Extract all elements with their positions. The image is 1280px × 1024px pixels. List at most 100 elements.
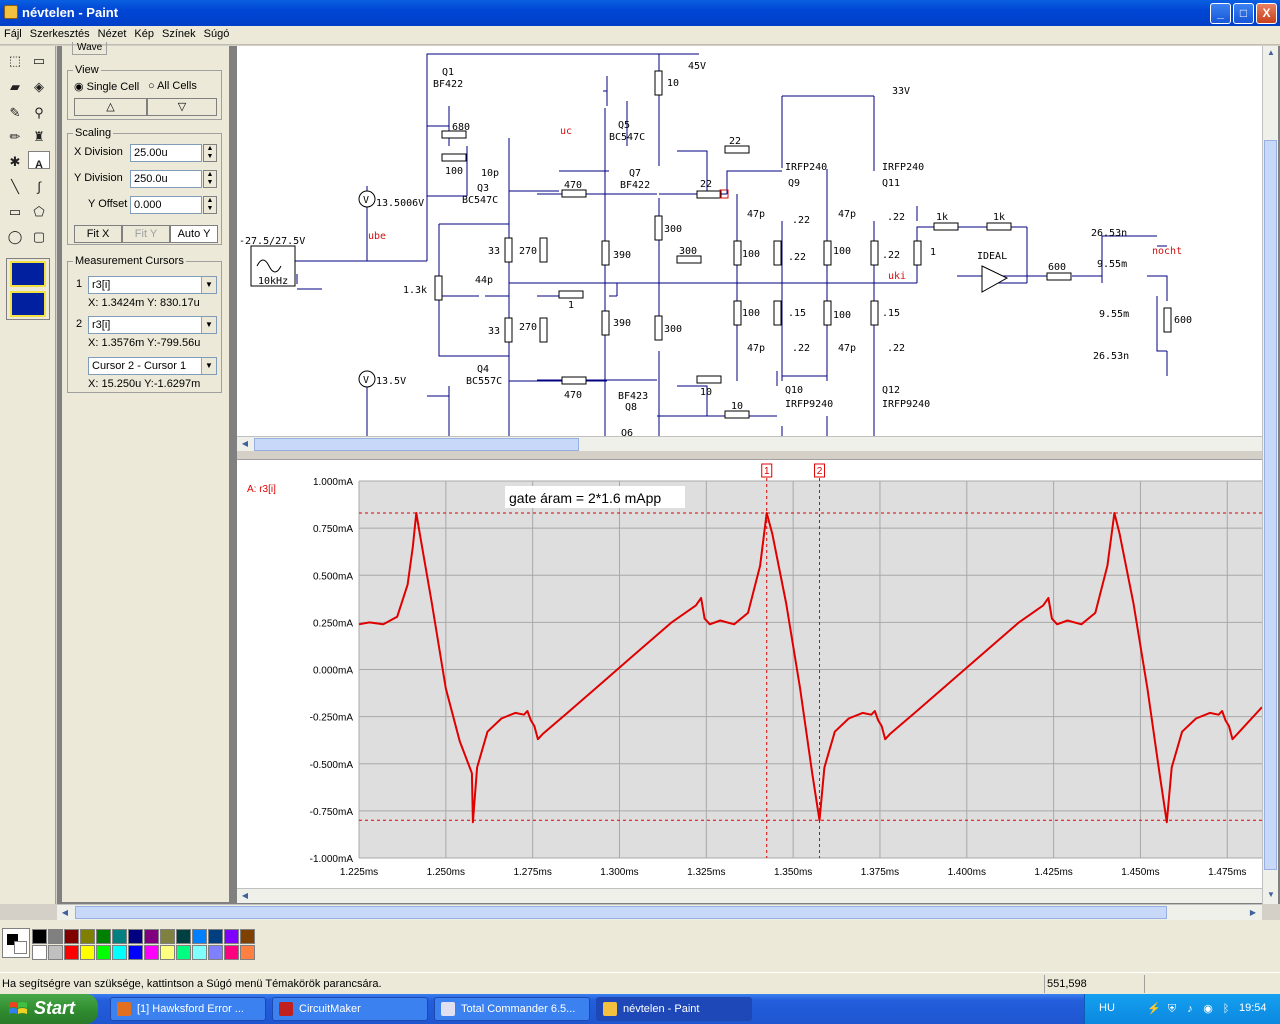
title-bar[interactable]: névtelen - Paint _ □ X <box>0 0 1280 26</box>
pane-divider[interactable] <box>237 451 1262 460</box>
palette-swatch[interactable] <box>208 945 223 960</box>
x-division-input[interactable]: 25.00u <box>130 144 202 162</box>
canvas-vscrollbar[interactable]: ▲ ▼ <box>1262 46 1278 904</box>
schematic-view[interactable]: V V Q1 BF422 45V 33V Q5 BC547C uc Q7 BF4… <box>237 46 1262 436</box>
rectangle-icon[interactable]: ▭ <box>4 201 26 223</box>
scroll-up-icon[interactable]: ▲ <box>1263 46 1279 60</box>
menu-file[interactable]: Fájl <box>0 26 26 40</box>
palette-swatch[interactable] <box>96 929 111 944</box>
palette-swatch[interactable] <box>80 945 95 960</box>
palette-swatch[interactable] <box>192 945 207 960</box>
menu-colors[interactable]: Színek <box>158 26 200 40</box>
plot-hscrollbar[interactable]: ◀ <box>237 888 1262 903</box>
view-down-button[interactable]: ▽ <box>147 98 217 116</box>
palette-swatch[interactable] <box>48 929 63 944</box>
paint-app-icon[interactable] <box>4 5 18 19</box>
palette-swatch[interactable] <box>32 929 47 944</box>
picker-icon[interactable]: ✎ <box>4 102 26 124</box>
cursor1-select[interactable]: r3[i] ▼ <box>88 276 217 294</box>
pencil-icon[interactable]: ✏ <box>4 126 26 148</box>
palette-swatch[interactable] <box>144 945 159 960</box>
palette-swatch[interactable] <box>160 945 175 960</box>
auto-y-button[interactable]: Auto Y <box>170 225 218 243</box>
airbrush-icon[interactable]: ✱ <box>4 151 26 173</box>
magnifier-icon[interactable]: ⚲ <box>28 102 50 124</box>
cursor2-select[interactable]: r3[i] ▼ <box>88 316 217 334</box>
ellipse-icon[interactable]: ◯ <box>4 226 26 248</box>
chevron-down-icon[interactable]: ▼ <box>201 277 216 293</box>
scroll-left-icon[interactable]: ◀ <box>237 889 253 903</box>
scroll-right-icon[interactable]: ▶ <box>1245 906 1261 920</box>
fill-icon[interactable]: ◈ <box>28 76 50 98</box>
scroll-thumb[interactable] <box>254 438 579 451</box>
wave-tab[interactable]: Wave <box>72 42 108 55</box>
palette-swatch[interactable] <box>96 945 111 960</box>
palette-swatch[interactable] <box>208 929 223 944</box>
scroll-thumb[interactable] <box>1264 140 1277 870</box>
chevron-down-icon[interactable]: ▼ <box>201 358 216 374</box>
scroll-down-icon[interactable]: ▼ <box>1263 888 1279 902</box>
fit-y-button[interactable]: Fit Y <box>122 225 170 243</box>
line-icon[interactable]: ╲ <box>4 176 26 198</box>
palette-swatch[interactable] <box>64 929 79 944</box>
volume-icon[interactable]: ♪ <box>1183 1002 1197 1016</box>
palette-swatch[interactable] <box>192 929 207 944</box>
x-division-spinner[interactable]: ▲ ▼ <box>203 144 217 162</box>
all-cells-radio[interactable]: ○ All Cells <box>148 80 197 92</box>
palette-swatch[interactable] <box>48 945 63 960</box>
palette-swatch[interactable] <box>176 929 191 944</box>
task-total-commander[interactable]: Total Commander 6.5... <box>434 997 590 1021</box>
minimize-button[interactable]: _ <box>1210 3 1231 24</box>
maximize-button[interactable]: □ <box>1233 3 1254 24</box>
clock[interactable]: 19:54 <box>1239 1002 1267 1014</box>
palette-swatch[interactable] <box>176 945 191 960</box>
task-browser[interactable]: [1] Hawksford Error ... <box>110 997 266 1021</box>
palette-swatch[interactable] <box>128 945 143 960</box>
y-offset-input[interactable]: 0.000 <box>130 196 202 214</box>
menu-help[interactable]: Súgó <box>200 26 234 40</box>
y-division-input[interactable]: 250.0u <box>130 170 202 188</box>
palette-swatch[interactable] <box>224 929 239 944</box>
single-cell-radio[interactable]: ◉ Single Cell <box>74 80 139 93</box>
brush-icon[interactable]: ♜ <box>28 126 50 148</box>
task-paint[interactable]: névtelen - Paint <box>596 997 752 1021</box>
current-colors[interactable] <box>2 928 30 958</box>
menu-image[interactable]: Kép <box>130 26 158 40</box>
background-color[interactable] <box>14 941 27 954</box>
cursor-diff-select[interactable]: Cursor 2 - Cursor 1 ▼ <box>88 357 217 375</box>
security-icon[interactable]: ⛨ <box>1165 1002 1179 1016</box>
text-icon[interactable]: A <box>28 151 50 171</box>
canvas-hscrollbar[interactable]: ◀ ▶ <box>57 904 1262 920</box>
palette-swatch[interactable] <box>64 945 79 960</box>
polygon-icon[interactable]: ⬠ <box>28 201 50 223</box>
schematic-hscrollbar[interactable]: ◀ <box>237 436 1262 451</box>
select-free-icon[interactable]: ⬚ <box>4 50 26 72</box>
network-icon[interactable]: ⚡ <box>1147 1002 1161 1016</box>
palette-swatch[interactable] <box>144 929 159 944</box>
palette-swatch[interactable] <box>240 945 255 960</box>
palette-swatch[interactable] <box>240 929 255 944</box>
chevron-down-icon[interactable]: ▼ <box>201 317 216 333</box>
scroll-left-icon[interactable]: ◀ <box>237 437 253 451</box>
scroll-thumb[interactable] <box>75 906 1167 919</box>
close-button[interactable]: X <box>1256 3 1277 24</box>
y-division-spinner[interactable]: ▲ ▼ <box>203 170 217 188</box>
bluetooth-icon[interactable]: ᛒ <box>1219 1002 1233 1016</box>
language-indicator[interactable]: HU <box>1099 1002 1115 1014</box>
palette-swatch[interactable] <box>32 945 47 960</box>
palette-swatch[interactable] <box>112 929 127 944</box>
palette-swatch[interactable] <box>80 929 95 944</box>
palette-swatch[interactable] <box>160 929 175 944</box>
y-offset-spinner[interactable]: ▲ ▼ <box>203 196 217 214</box>
view-up-button[interactable]: △ <box>74 98 147 116</box>
antivirus-icon[interactable]: ◉ <box>1201 1002 1215 1016</box>
transparent-off-option[interactable] <box>10 261 46 287</box>
waveform-plot[interactable]: A: r3[i] 1.225ms 1.250ms 1.275ms 1.300ms 1.3… <box>237 460 1262 888</box>
task-circuitmaker[interactable]: CircuitMaker <box>272 997 428 1021</box>
start-button[interactable]: Start <box>0 994 98 1024</box>
eraser-icon[interactable]: ▰ <box>4 76 26 98</box>
ideal-opamp[interactable] <box>981 265 1009 293</box>
menu-edit[interactable]: Szerkesztés <box>26 26 94 40</box>
palette-swatch[interactable] <box>224 945 239 960</box>
select-rect-icon[interactable]: ▭ <box>28 50 50 72</box>
